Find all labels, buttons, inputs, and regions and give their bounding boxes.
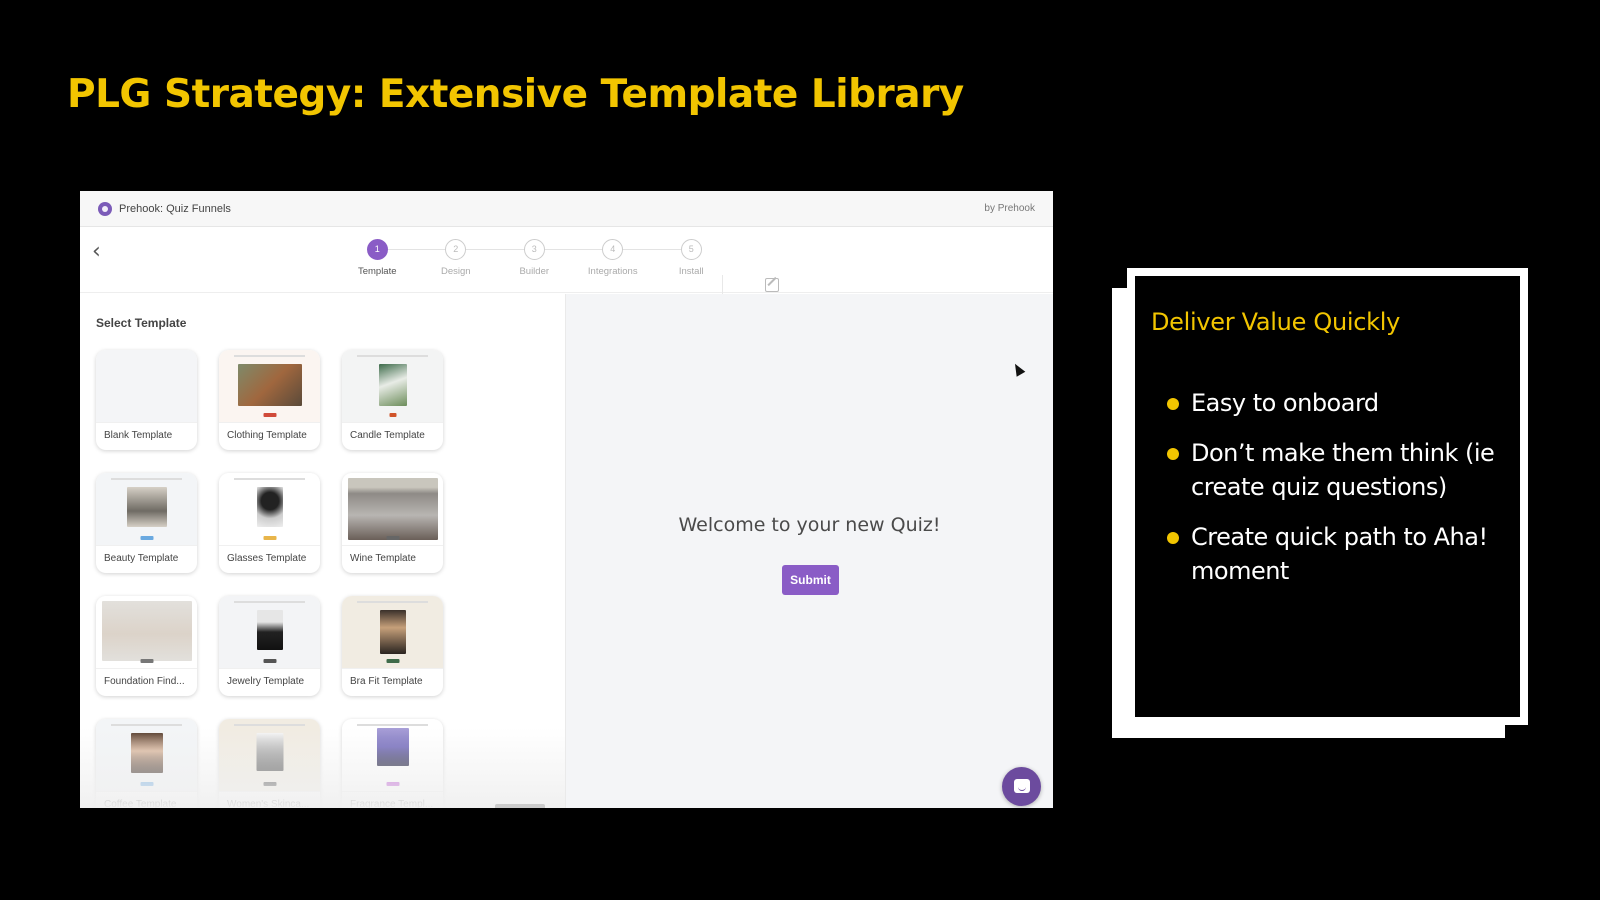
template-card-glasses[interactable]: Glasses Template	[219, 473, 320, 573]
template-thumbnail	[342, 719, 443, 791]
step-label: Design	[440, 266, 471, 277]
template-image	[256, 733, 283, 771]
bullet-dot-icon	[1167, 398, 1179, 410]
bullet-item: Don’t make them think (ie create quiz qu…	[1167, 436, 1504, 504]
template-grid: Blank Template Clothing Template Candle …	[96, 350, 549, 808]
step-connector	[534, 249, 613, 250]
step-connector	[612, 249, 692, 250]
edit-icon	[765, 278, 779, 292]
template-card-clothing[interactable]: Clothing Template	[219, 350, 320, 450]
chat-launcher-button[interactable]	[1002, 767, 1041, 806]
step-template[interactable]: 1 Template	[338, 239, 456, 277]
step-connector	[455, 249, 535, 250]
step-number: 2	[445, 239, 467, 260]
step-indicator: 1 Template 2 Design 3 Builder 4 Integrat…	[338, 239, 731, 277]
quiz-preview-pane: Welcome to your new Quiz! Submit	[566, 294, 1053, 808]
template-thumbnail	[219, 719, 320, 791]
step-label: Builder	[519, 266, 550, 277]
template-thumbnail	[342, 473, 443, 545]
app-titlebar: Prehook: Quiz Funnels by Prehook	[80, 191, 1053, 227]
template-name: Foundation Find...	[96, 668, 197, 696]
chat-icon	[1014, 779, 1030, 793]
template-thumbnail	[342, 596, 443, 668]
bullet-dot-icon	[1167, 448, 1179, 460]
template-name: Coffee Template	[96, 791, 197, 808]
template-name: Wine Template	[342, 545, 443, 573]
prehook-logo-icon	[98, 201, 112, 216]
bullet-item: Easy to onboard	[1167, 386, 1504, 420]
template-card-beauty[interactable]: Beauty Template	[96, 473, 197, 573]
back-button[interactable]: ‹	[92, 239, 101, 264]
step-number: 4	[602, 239, 624, 260]
template-name: Clothing Template	[219, 422, 320, 450]
bullet-text: Easy to onboard	[1191, 389, 1379, 417]
submit-button[interactable]: Submit	[782, 565, 839, 595]
template-image	[256, 487, 283, 527]
template-card-coffee[interactable]: Coffee Template	[96, 719, 197, 808]
step-label: Integrations	[587, 266, 638, 277]
template-image	[101, 601, 192, 661]
template-card-wine[interactable]: Wine Template	[342, 473, 443, 573]
template-card-fragrance[interactable]: Fragrance Templ...	[342, 719, 443, 808]
template-card-blank[interactable]: Blank Template	[96, 350, 197, 450]
template-thumbnail	[219, 473, 320, 545]
template-name: Blank Template	[96, 422, 197, 450]
template-name: Bra Fit Template	[342, 668, 443, 696]
step-number: 5	[680, 239, 702, 260]
template-image	[130, 733, 163, 773]
by-prehook-label: by Prehook	[984, 203, 1035, 214]
template-thumbnail	[342, 350, 443, 422]
template-image	[376, 728, 409, 766]
section-title: Select Template	[96, 316, 187, 330]
template-name: Glasses Template	[219, 545, 320, 573]
mouse-cursor-icon	[1010, 361, 1026, 377]
step-number: 3	[523, 239, 545, 260]
template-card-candle[interactable]: Candle Template	[342, 350, 443, 450]
bullet-text: Create quick path to Aha! moment	[1191, 523, 1488, 585]
step-number: 1	[366, 239, 388, 260]
app-name: Prehook: Quiz Funnels	[119, 202, 231, 215]
step-integrations[interactable]: 4 Integrations	[574, 239, 692, 277]
template-card-bra-fit[interactable]: Bra Fit Template	[342, 596, 443, 696]
template-thumbnail	[219, 596, 320, 668]
step-connector	[377, 249, 456, 250]
template-card-jewelry[interactable]: Jewelry Template	[219, 596, 320, 696]
step-design[interactable]: 2 Design	[417, 239, 535, 277]
template-name: Candle Template	[342, 422, 443, 450]
template-name: Beauty Template	[96, 545, 197, 573]
step-install[interactable]: 5 Install	[652, 239, 731, 277]
welcome-text: Welcome to your new Quiz!	[678, 514, 941, 536]
callout-bullets: Easy to onboard Don’t make them think (i…	[1151, 386, 1504, 588]
bullet-dot-icon	[1167, 532, 1179, 544]
scroll-handle[interactable]	[495, 804, 545, 808]
template-image	[256, 610, 283, 650]
bullet-text: Don’t make them think (ie create quiz qu…	[1191, 439, 1495, 501]
app-screenshot: Prehook: Quiz Funnels by Prehook ‹ 1 Tem…	[80, 191, 1053, 808]
step-builder[interactable]: 3 Builder	[495, 239, 613, 277]
template-card-womens-skincare[interactable]: Women's Skinca...	[219, 719, 320, 808]
template-thumbnail	[96, 473, 197, 545]
template-thumbnail	[96, 719, 197, 791]
template-thumbnail	[96, 596, 197, 668]
callout-card: Deliver Value Quickly Easy to onboard Do…	[1127, 268, 1528, 725]
template-image	[378, 364, 407, 406]
template-thumbnail	[96, 350, 197, 422]
step-label: Install	[678, 266, 704, 277]
stepper-bar: ‹ 1 Template 2 Design 3 Builder 4 Integr…	[80, 227, 1053, 319]
template-name: Jewelry Template	[219, 668, 320, 696]
template-image	[347, 478, 438, 540]
template-image	[379, 610, 406, 654]
template-name: Fragrance Templ...	[342, 791, 443, 808]
template-thumbnail	[219, 350, 320, 422]
template-card-foundation[interactable]: Foundation Find...	[96, 596, 197, 696]
template-image	[126, 487, 167, 527]
callout-title: Deliver Value Quickly	[1151, 308, 1401, 336]
slide-title: PLG Strategy: Extensive Template Library	[67, 72, 964, 117]
step-label: Template	[357, 266, 397, 277]
template-list-pane: Select Template Blank Template Clothing …	[80, 294, 566, 808]
template-image	[237, 364, 302, 406]
bullet-item: Create quick path to Aha! moment	[1167, 520, 1504, 588]
template-name: Women's Skinca...	[219, 791, 320, 808]
